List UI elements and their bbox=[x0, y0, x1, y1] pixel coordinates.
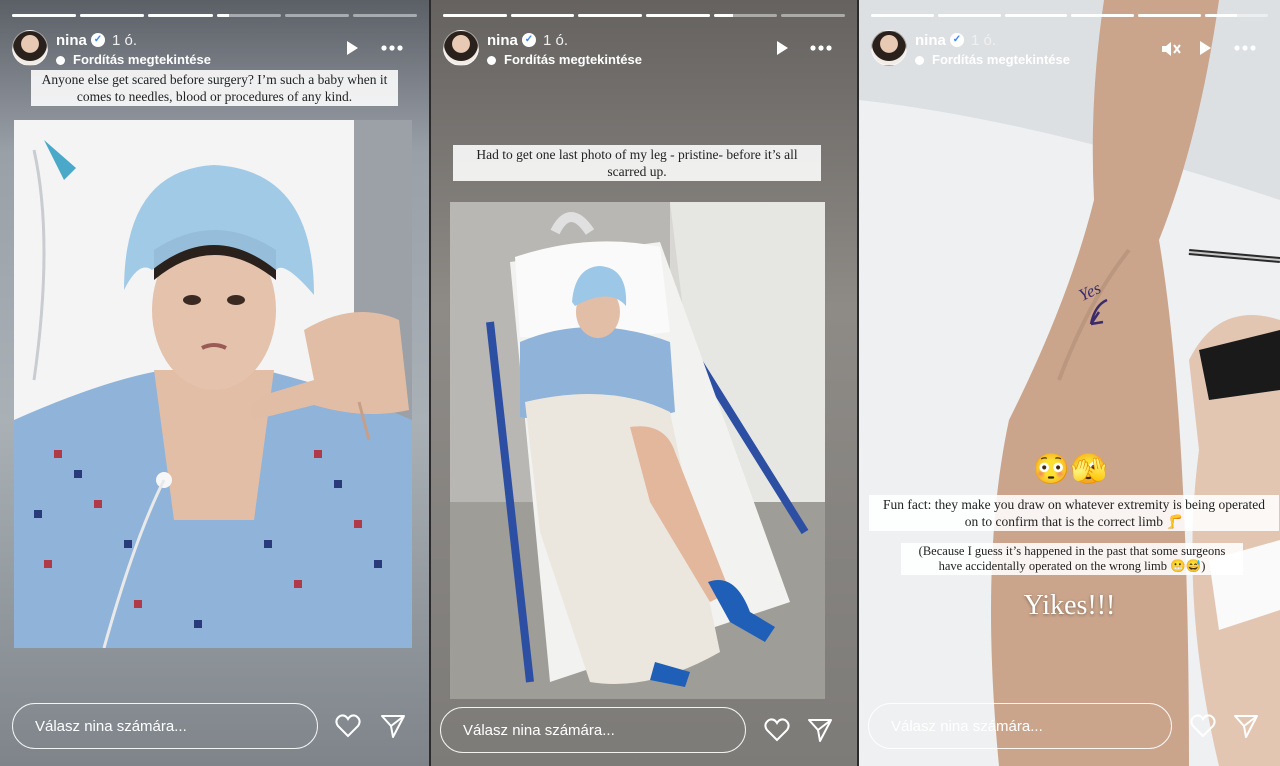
progress-segment bbox=[1205, 14, 1268, 17]
story-panel-1: nina ✓ 1 ó. Fordítás megtekintése Anyone… bbox=[0, 0, 429, 766]
verified-badge-icon: ✓ bbox=[91, 33, 105, 47]
story-header: nina ✓ 1 ó. Fordítás megtekintése bbox=[12, 30, 417, 70]
translate-link[interactable]: Fordítás megtekintése bbox=[487, 52, 642, 67]
story-progress-bars bbox=[12, 14, 418, 17]
progress-segment bbox=[352, 14, 418, 17]
progress-segment bbox=[1071, 14, 1135, 17]
reply-input[interactable]: Válasz nina számára... bbox=[868, 703, 1172, 749]
more-icon[interactable] bbox=[1233, 44, 1257, 52]
heart-icon[interactable] bbox=[764, 718, 790, 742]
story-panel-3: nina ✓ 1 ó. Fordítás megtekintése Yes 😳🫣… bbox=[859, 0, 1280, 766]
progress-segment bbox=[1138, 14, 1202, 17]
avatar[interactable] bbox=[12, 30, 48, 66]
play-icon[interactable] bbox=[344, 40, 360, 56]
translate-icon bbox=[915, 56, 924, 66]
translate-link[interactable]: Fordítás megtekintése bbox=[915, 52, 1070, 67]
progress-segment bbox=[937, 14, 1001, 17]
story-caption: Anyone else get scared before surgery? I… bbox=[31, 70, 398, 106]
mute-icon[interactable] bbox=[1161, 40, 1181, 58]
progress-segment bbox=[80, 14, 145, 17]
progress-segment bbox=[284, 14, 349, 17]
progress-segment bbox=[781, 14, 846, 17]
translate-icon bbox=[56, 56, 65, 66]
heart-icon[interactable] bbox=[1190, 714, 1216, 738]
more-icon[interactable] bbox=[809, 44, 833, 52]
story-progress-bars bbox=[443, 14, 846, 17]
progress-segment bbox=[871, 14, 934, 17]
verified-badge-icon: ✓ bbox=[522, 33, 536, 47]
send-icon[interactable] bbox=[807, 717, 833, 743]
username[interactable]: nina bbox=[915, 32, 946, 49]
reply-input[interactable]: Válasz nina számára... bbox=[440, 707, 746, 753]
progress-segment bbox=[216, 14, 281, 17]
avatar[interactable] bbox=[443, 30, 479, 66]
post-time: 1 ó. bbox=[112, 32, 138, 49]
story-header: nina ✓ 1 ó. Fordítás megtekintése bbox=[443, 30, 845, 70]
progress-segment bbox=[12, 14, 77, 17]
progress-segment bbox=[646, 14, 710, 17]
hospital-bed-photo bbox=[450, 202, 825, 699]
progress-segment bbox=[1004, 14, 1068, 17]
progress-segment bbox=[713, 14, 778, 17]
progress-segment bbox=[510, 14, 575, 17]
story-caption-note: (Because I guess it’s happened in the pa… bbox=[901, 543, 1243, 575]
send-icon[interactable] bbox=[380, 713, 406, 739]
translate-link[interactable]: Fordítás megtekintése bbox=[56, 52, 211, 67]
leg-marking-photo bbox=[859, 0, 1280, 766]
play-icon[interactable] bbox=[1197, 40, 1213, 56]
post-time: 1 ó. bbox=[971, 32, 997, 49]
more-icon[interactable] bbox=[380, 44, 404, 52]
progress-segment bbox=[443, 14, 507, 17]
username[interactable]: nina bbox=[487, 32, 518, 49]
reply-input[interactable]: Válasz nina számára... bbox=[12, 703, 318, 749]
story-panel-2: nina ✓ 1 ó. Fordítás megtekintése Had to… bbox=[431, 0, 857, 766]
story-header: nina ✓ 1 ó. Fordítás megtekintése bbox=[871, 30, 1268, 70]
story-caption: Had to get one last photo of my leg - pr… bbox=[453, 145, 821, 181]
play-icon[interactable] bbox=[774, 40, 790, 56]
translate-icon bbox=[487, 56, 496, 66]
verified-badge-icon: ✓ bbox=[950, 33, 964, 47]
selfie-photo bbox=[14, 120, 412, 648]
story-caption-yikes: Yikes!!! bbox=[1023, 590, 1116, 621]
heart-icon[interactable] bbox=[335, 714, 361, 738]
story-caption-fun-fact: Fun fact: they make you draw on whatever… bbox=[869, 495, 1279, 531]
username[interactable]: nina bbox=[56, 32, 87, 49]
emoji-sticker: 😳🫣 bbox=[1032, 453, 1108, 486]
progress-segment bbox=[148, 14, 213, 17]
send-icon[interactable] bbox=[1233, 713, 1259, 739]
post-time: 1 ó. bbox=[543, 32, 569, 49]
story-progress-bars bbox=[871, 14, 1268, 17]
avatar[interactable] bbox=[871, 30, 907, 66]
progress-segment bbox=[578, 14, 643, 17]
